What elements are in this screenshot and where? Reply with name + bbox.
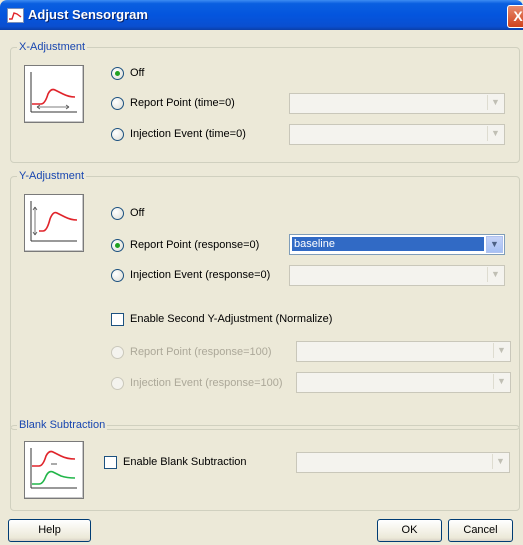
ok-button[interactable]: OK [377,519,442,542]
title-bar[interactable]: Adjust Sensorgram X [0,0,523,30]
y-off-option[interactable]: Off [111,205,144,221]
chevron-down-icon[interactable]: ▼ [487,126,503,141]
y-injection-event-label: Injection Event (response=0) [130,269,271,281]
second-report-point-radio [111,345,124,359]
second-injection-event-radio [111,376,124,390]
y-adjustment-illustration-icon [24,194,84,252]
window-title: Adjust Sensorgram [28,7,148,22]
second-report-point-label: Report Point (response=100) [130,346,272,358]
y-adjustment-legend: Y-Adjustment [17,170,87,182]
blank-subtraction-option[interactable]: Enable Blank Subtraction [104,454,247,470]
chevron-down-icon[interactable]: ▼ [487,95,503,110]
y-injection-event-radio[interactable] [111,268,124,282]
x-adjustment-group: X-Adjustment Off Report Point (time=0) I… [10,41,520,163]
blank-subtraction-combo: ▼ [296,452,510,473]
x-report-point-radio[interactable] [111,96,124,110]
x-off-label: Off [130,67,145,79]
close-button[interactable]: X [507,5,523,28]
y-report-point-radio[interactable] [111,238,124,252]
x-adjustment-legend: X-Adjustment [17,41,88,53]
help-button[interactable]: Help [8,519,91,542]
blank-subtraction-label: Enable Blank Subtraction [123,456,247,468]
x-report-point-label: Report Point (time=0) [130,97,235,109]
chevron-down-icon: ▼ [493,343,509,358]
y-adjustment-group: Y-Adjustment Off Report Point (response=… [10,170,520,430]
second-injection-event-combo: ▼ [296,372,511,393]
x-injection-event-label: Injection Event (time=0) [130,128,246,140]
blank-subtraction-illustration-icon [24,441,84,499]
second-injection-event-option: Injection Event (response=100) [111,375,283,391]
y-report-point-label: Report Point (response=0) [130,239,260,251]
y-report-point-combo[interactable]: baseline ▼ [289,234,505,255]
chevron-down-icon: ▼ [493,374,509,389]
x-injection-event-option[interactable]: Injection Event (time=0) [111,126,246,142]
y-report-point-combo-value: baseline [292,237,484,251]
chevron-down-icon[interactable]: ▼ [487,267,503,282]
chevron-down-icon[interactable]: ▼ [486,236,503,253]
second-y-adjustment-option[interactable]: Enable Second Y-Adjustment (Normalize) [111,311,332,327]
second-y-adjustment-label: Enable Second Y-Adjustment (Normalize) [130,313,333,325]
y-injection-event-option[interactable]: Injection Event (response=0) [111,267,270,283]
chevron-down-icon: ▼ [492,454,508,469]
y-off-radio[interactable] [111,206,124,220]
x-report-point-combo[interactable]: ▼ [289,93,505,114]
x-adjustment-illustration-icon [24,65,84,123]
x-off-radio[interactable] [111,66,124,80]
dialog-body: X-Adjustment Off Report Point (time=0) I… [3,30,523,545]
second-report-point-option: Report Point (response=100) [111,344,272,360]
x-injection-event-combo[interactable]: ▼ [289,124,505,145]
second-report-point-combo: ▼ [296,341,511,362]
blank-subtraction-group: Blank Subtraction Enable Blank Subtracti… [10,419,520,511]
y-report-point-option[interactable]: Report Point (response=0) [111,237,259,253]
second-y-adjustment-checkbox[interactable] [111,312,124,326]
second-injection-event-label: Injection Event (response=100) [130,377,283,389]
y-injection-event-combo[interactable]: ▼ [289,265,505,286]
sensorgram-app-icon [7,8,24,23]
cancel-button[interactable]: Cancel [448,519,513,542]
x-off-option[interactable]: Off [111,65,144,81]
y-off-label: Off [130,207,145,219]
blank-subtraction-legend: Blank Subtraction [17,419,108,431]
x-report-point-option[interactable]: Report Point (time=0) [111,95,235,111]
blank-subtraction-checkbox[interactable] [104,455,117,469]
x-injection-event-radio[interactable] [111,127,124,141]
